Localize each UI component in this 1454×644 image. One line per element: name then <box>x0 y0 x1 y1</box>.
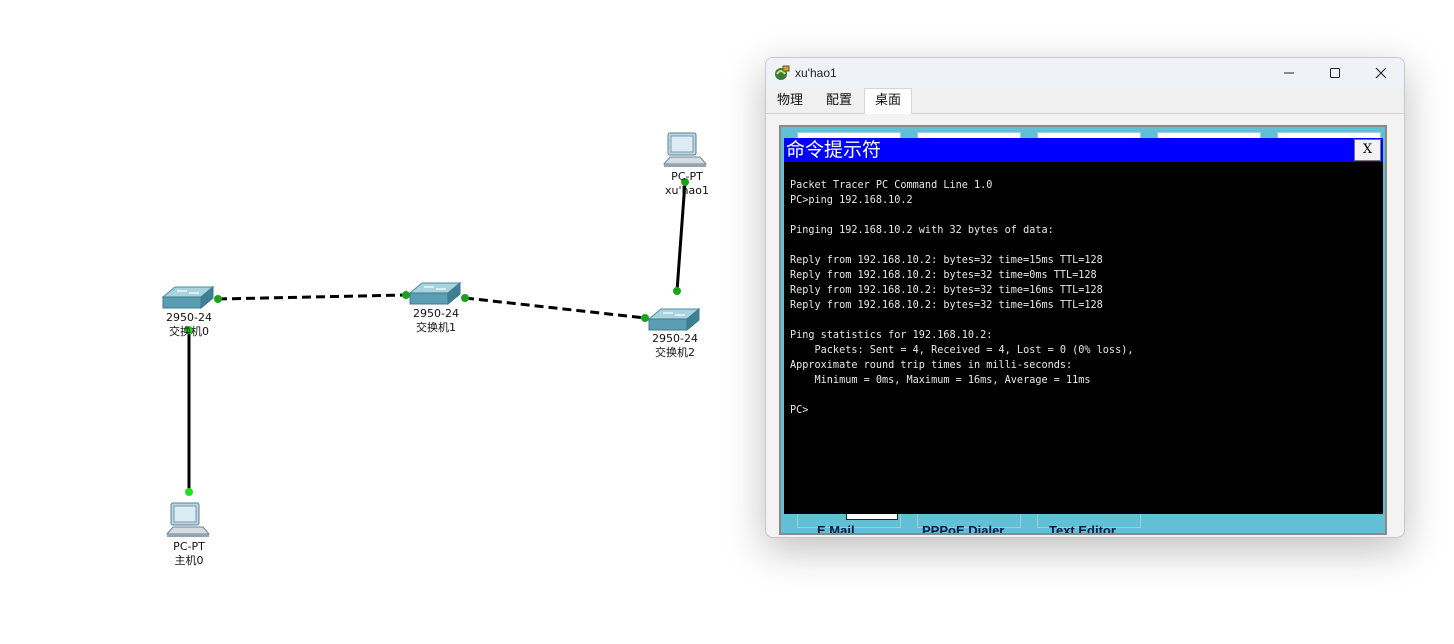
device-model: 2950-24 <box>166 311 212 324</box>
link-light <box>641 314 649 322</box>
link-switch1-switch2[interactable] <box>464 296 646 320</box>
command-output-line: Approximate round trip times in milli-se… <box>790 360 1073 371</box>
topology-canvas[interactable]: 2950-24 交换机0 2950-24 交换机1 2950-24 交换机2 P… <box>0 0 760 644</box>
close-button[interactable] <box>1358 58 1404 88</box>
switch-icon[interactable] <box>408 281 462 306</box>
device-model: PC-PT <box>173 540 205 553</box>
command-output-line: Ping statistics for 192.168.10.2: <box>790 330 993 341</box>
device-name: xu'hao1 <box>665 184 709 197</box>
command-output-line: Reply from 192.168.10.2: bytes=32 time=1… <box>790 255 1103 266</box>
email-app-label[interactable]: E Mail <box>817 523 855 533</box>
tab-bar: 物理 配置 桌面 <box>766 88 1404 114</box>
command-prompt-output[interactable]: Packet Tracer PC Command Line 1.0 PC>ping… <box>790 178 1375 418</box>
device-label-pc1: PC-PT xu'hao1 <box>665 170 709 198</box>
command-output-line <box>790 208 1375 223</box>
window-titlebar[interactable]: xu'hao1 <box>766 58 1404 88</box>
device-name: 主机0 <box>174 554 204 567</box>
link-light <box>461 294 469 302</box>
device-label-switch2: 2950-24 交换机2 <box>652 332 698 360</box>
minimize-button[interactable] <box>1266 58 1312 88</box>
device-name: 交换机1 <box>416 321 456 334</box>
pc-icon[interactable] <box>662 132 708 167</box>
packet-tracer-app-icon <box>775 65 790 80</box>
command-output-line: Reply from 192.168.10.2: bytes=32 time=0… <box>790 270 1097 281</box>
minimize-icon <box>1284 72 1294 74</box>
link-light <box>185 488 193 496</box>
command-output-line: Packets: Sent = 4, Received = 4, Lost = … <box>790 345 1134 356</box>
link-light <box>402 291 410 299</box>
tab-config[interactable]: 配置 <box>816 89 862 113</box>
command-output-line: Reply from 192.168.10.2: bytes=32 time=1… <box>790 300 1103 311</box>
link-light <box>214 295 222 303</box>
email-app-icon <box>846 513 898 520</box>
command-output-line: PC>ping 192.168.10.2 <box>790 195 913 206</box>
command-output-line: Packet Tracer PC Command Line 1.0 <box>790 180 993 191</box>
device-window: xu'hao1 物理 配置 桌面 E Mail PPPoE Dialer Tex… <box>765 57 1405 538</box>
device-model: 2950-24 <box>413 307 459 320</box>
device-name: 交换机2 <box>655 346 695 359</box>
command-output-line: Pinging 192.168.10.2 with 32 bytes of da… <box>790 225 1054 236</box>
link-light <box>673 287 681 295</box>
text-editor-app-label[interactable]: Text Editor <box>1049 523 1116 533</box>
device-label-pc0: PC-PT 主机0 <box>173 540 205 568</box>
command-output-line <box>790 313 1375 328</box>
command-prompt-window[interactable]: 命令提示符 X Packet Tracer PC Command Line 1.… <box>784 138 1383 514</box>
command-prompt-close-button[interactable]: X <box>1354 139 1381 161</box>
desktop-panel: E Mail PPPoE Dialer Text Editor 命令提示符 X … <box>779 125 1387 535</box>
maximize-button[interactable] <box>1312 58 1358 88</box>
command-output-line: Minimum = 0ms, Maximum = 16ms, Average =… <box>790 375 1091 386</box>
switch-icon[interactable] <box>647 307 701 332</box>
command-output-line: Reply from 192.168.10.2: bytes=32 time=1… <box>790 285 1103 296</box>
device-label-switch1: 2950-24 交换机1 <box>413 307 459 335</box>
close-icon <box>1375 67 1387 79</box>
window-title: xu'hao1 <box>795 66 837 80</box>
switch-icon[interactable] <box>161 285 215 310</box>
topology-links-layer <box>161 132 708 537</box>
command-prompt-title: 命令提示符 <box>786 139 882 161</box>
device-name: 交换机0 <box>169 325 209 338</box>
command-output-line: PC> <box>790 405 809 416</box>
pc-icon[interactable] <box>165 502 211 537</box>
device-model: 2950-24 <box>652 332 698 345</box>
command-prompt-titlebar[interactable]: 命令提示符 X <box>784 138 1383 162</box>
tab-physical[interactable]: 物理 <box>767 89 813 113</box>
pppoe-dialer-app-label[interactable]: PPPoE Dialer <box>922 523 1004 533</box>
tab-desktop[interactable]: 桌面 <box>864 88 913 114</box>
device-label-switch0: 2950-24 交换机0 <box>166 311 212 339</box>
link-switch2-pc1[interactable] <box>675 181 687 292</box>
link-switch0-switch1[interactable] <box>217 293 407 301</box>
command-output-line <box>790 388 1375 403</box>
device-model: PC-PT <box>671 170 703 183</box>
maximize-icon <box>1330 68 1340 78</box>
command-output-line <box>790 238 1375 253</box>
